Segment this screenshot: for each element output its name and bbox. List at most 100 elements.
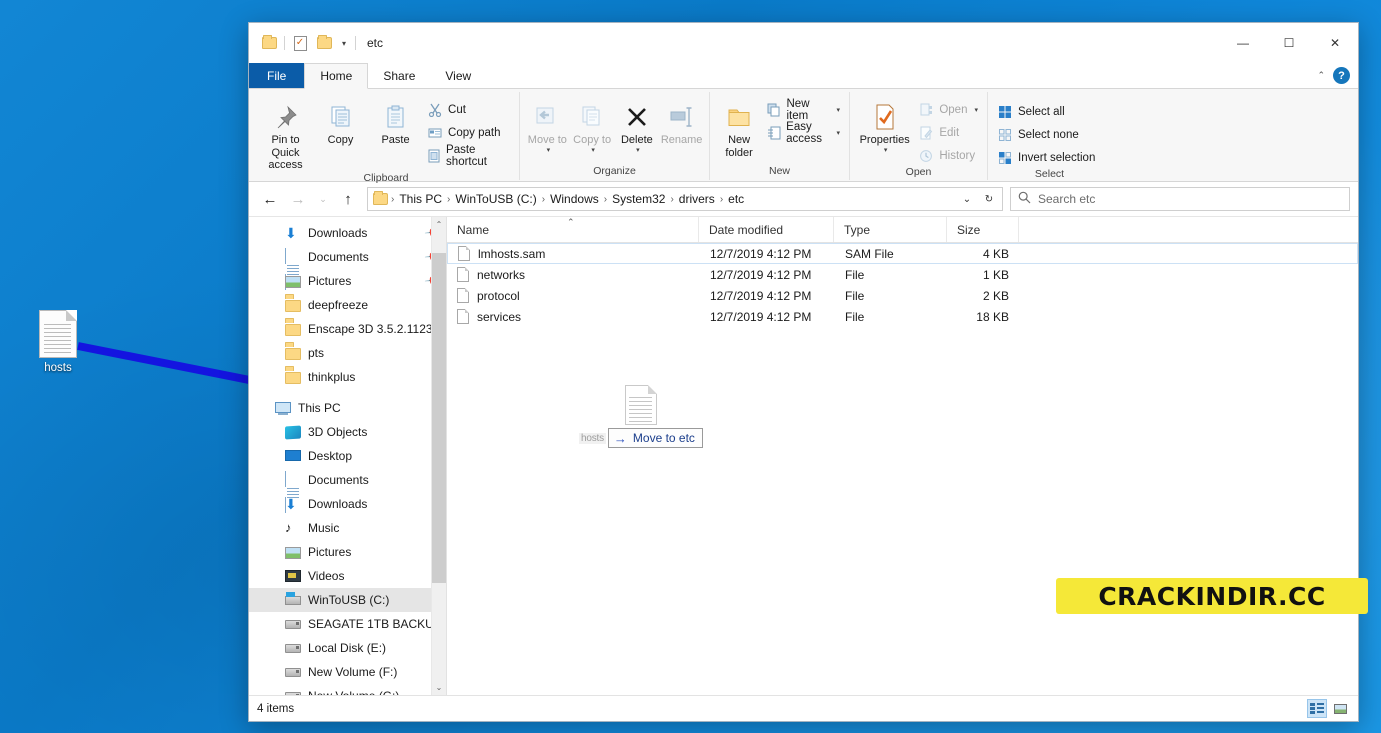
nav-item-documents-quick[interactable]: Documents 📌 <box>249 245 446 290</box>
search-input[interactable]: Search etc <box>1010 187 1350 211</box>
nav-item-pictures-quick[interactable]: Pictures 📌 <box>249 269 446 293</box>
ribbon-group-open: Properties ▾ Open ▾ Edit History Open <box>849 92 987 180</box>
divider <box>355 36 356 50</box>
nav-item-3d-objects[interactable]: 3D Objects <box>249 420 446 444</box>
maximize-button[interactable]: ☐ <box>1266 23 1312 63</box>
desktop-icon-hosts[interactable]: hosts <box>22 310 94 374</box>
nav-item-label: deepfreeze <box>308 298 369 312</box>
nav-item-videos[interactable]: Videos <box>249 564 446 588</box>
new-folder-button[interactable]: New folder <box>715 95 763 159</box>
chevron-down-icon[interactable]: ▾ <box>884 147 888 155</box>
qat-customize-caret-icon[interactable]: ▾ <box>336 39 352 48</box>
column-label: Date modified <box>709 222 784 237</box>
scroll-up-icon[interactable]: ⌃ <box>432 217 446 232</box>
breadcrumb-item-etc[interactable]: etc <box>724 192 748 206</box>
qat-folder-icon[interactable] <box>257 31 281 55</box>
tab-share[interactable]: Share <box>368 63 430 88</box>
scrollbar-thumb[interactable] <box>432 253 446 583</box>
nav-item-thinkplus[interactable]: thinkplus <box>249 365 446 389</box>
properties-button[interactable]: Properties ▾ <box>855 95 914 155</box>
recent-locations-button[interactable]: ⌄ <box>313 186 333 212</box>
column-header-type[interactable]: Type <box>834 217 947 242</box>
nav-item-this-pc[interactable]: This PC <box>249 396 446 420</box>
invert-selection-button[interactable]: Invert selection <box>993 147 1099 168</box>
paste-shortcut-button[interactable]: Paste shortcut <box>423 144 514 168</box>
breadcrumb-item-drivers[interactable]: drivers <box>675 192 719 206</box>
close-button[interactable]: ✕ <box>1312 23 1358 63</box>
qat-properties-icon[interactable]: ✓ <box>288 31 312 55</box>
table-row[interactable]: networks 12/7/2019 4:12 PM File 1 KB <box>447 264 1358 285</box>
breadcrumb-item-windows[interactable]: Windows <box>546 192 603 206</box>
history-button[interactable]: History <box>914 145 982 166</box>
nav-item-label: This PC <box>298 401 341 415</box>
chevron-down-icon[interactable]: ▾ <box>636 147 640 155</box>
forward-button[interactable]: → <box>285 186 311 212</box>
up-button[interactable]: ↑ <box>335 186 361 212</box>
nav-item-new-volume-g[interactable]: New Volume (G:) <box>249 684 446 695</box>
breadcrumb-item-this-pc[interactable]: This PC <box>395 192 446 206</box>
nav-item-documents[interactable]: Documents <box>249 468 446 513</box>
nav-item-music[interactable]: ♪ Music <box>249 516 446 540</box>
table-row[interactable]: services 12/7/2019 4:12 PM File 18 KB <box>447 306 1358 327</box>
nav-item-enscape-3d[interactable]: Enscape 3D 3.5.2.112393 ( <box>249 317 446 341</box>
rename-button[interactable]: Rename <box>659 95 704 147</box>
column-header-size[interactable]: Size <box>947 217 1019 242</box>
address-dropdown-icon[interactable]: ⌄ <box>956 188 978 210</box>
minimize-button[interactable]: — <box>1220 23 1266 63</box>
details-view-button[interactable] <box>1307 699 1327 718</box>
back-button[interactable]: ← <box>257 186 283 212</box>
this-pc-icon <box>275 400 291 416</box>
breadcrumb-item-wintousb[interactable]: WinToUSB (C:) <box>451 192 540 206</box>
large-icons-view-button[interactable] <box>1330 699 1350 718</box>
nav-item-deepfreeze[interactable]: deepfreeze <box>249 293 446 317</box>
tab-file[interactable]: File <box>249 63 305 88</box>
scroll-down-icon[interactable]: ⌄ <box>432 680 446 695</box>
select-none-button[interactable]: Select none <box>993 124 1099 145</box>
pin-to-quick-access-button[interactable]: Pin to Quick access <box>258 95 313 172</box>
collapse-ribbon-icon[interactable]: ⌃ <box>1317 70 1325 81</box>
drop-tooltip: → Move to etc <box>607 428 703 448</box>
chevron-down-icon[interactable]: ▾ <box>836 129 840 137</box>
breadcrumb[interactable]: › This PC › WinToUSB (C:) › Windows › Sy… <box>367 187 1003 211</box>
chevron-down-icon[interactable]: ▾ <box>591 147 595 155</box>
copy-to-button[interactable]: Copy to ▾ <box>570 95 615 155</box>
nav-item-wintousb-c[interactable]: WinToUSB (C:) <box>249 588 446 612</box>
copy-path-button[interactable]: Copy path <box>423 122 514 143</box>
chevron-down-icon[interactable]: ▾ <box>547 147 551 155</box>
nav-item-pictures[interactable]: Pictures <box>249 540 446 564</box>
qat-new-folder-icon[interactable] <box>312 31 336 55</box>
easy-access-button[interactable]: Easy access ▾ <box>763 121 844 145</box>
column-header-date-modified[interactable]: Date modified <box>699 217 834 242</box>
edit-button[interactable]: Edit <box>914 122 982 143</box>
nav-item-downloads[interactable]: ⬇ Downloads <box>249 492 446 516</box>
nav-item-new-volume-f[interactable]: New Volume (F:) <box>249 660 446 684</box>
nav-item-pts[interactable]: pts <box>249 341 446 365</box>
sort-ascending-icon: ⌃ <box>567 217 575 227</box>
copy-button[interactable]: Copy <box>313 95 368 147</box>
table-row[interactable]: lmhosts.sam 12/7/2019 4:12 PM SAM File 4… <box>447 243 1358 264</box>
move-to-button[interactable]: Move to ▾ <box>525 95 570 155</box>
tab-home[interactable]: Home <box>304 63 369 89</box>
nav-item-desktop[interactable]: Desktop <box>249 444 446 468</box>
cut-button[interactable]: Cut <box>423 99 514 120</box>
nav-item-local-disk-e[interactable]: Local Disk (E:) <box>249 636 446 660</box>
paste-button[interactable]: Paste <box>368 95 423 147</box>
nav-item-seagate-backup[interactable]: SEAGATE 1TB BACKUP PL <box>249 612 446 636</box>
new-item-button[interactable]: New item ▾ <box>763 98 844 122</box>
group-title: Organize <box>593 165 636 177</box>
select-all-button[interactable]: Select all <box>993 101 1099 122</box>
refresh-icon[interactable]: ↻ <box>978 188 1000 210</box>
folder-icon <box>285 297 301 313</box>
column-header-name[interactable]: Name ⌃ <box>447 217 699 242</box>
chevron-down-icon[interactable]: ▾ <box>836 106 840 114</box>
nav-item-downloads-quick[interactable]: ⬇ Downloads 📌 <box>249 221 446 245</box>
table-row[interactable]: protocol 12/7/2019 4:12 PM File 2 KB <box>447 285 1358 306</box>
tab-view[interactable]: View <box>430 63 486 88</box>
delete-button[interactable]: Delete ▾ <box>615 95 660 155</box>
search-placeholder: Search etc <box>1038 192 1096 206</box>
chevron-down-icon[interactable]: ▾ <box>974 106 978 114</box>
open-button[interactable]: Open ▾ <box>914 99 982 120</box>
help-icon[interactable]: ? <box>1333 67 1350 84</box>
breadcrumb-item-system32[interactable]: System32 <box>608 192 669 206</box>
navigation-scrollbar[interactable]: ⌃ ⌄ <box>431 217 446 695</box>
